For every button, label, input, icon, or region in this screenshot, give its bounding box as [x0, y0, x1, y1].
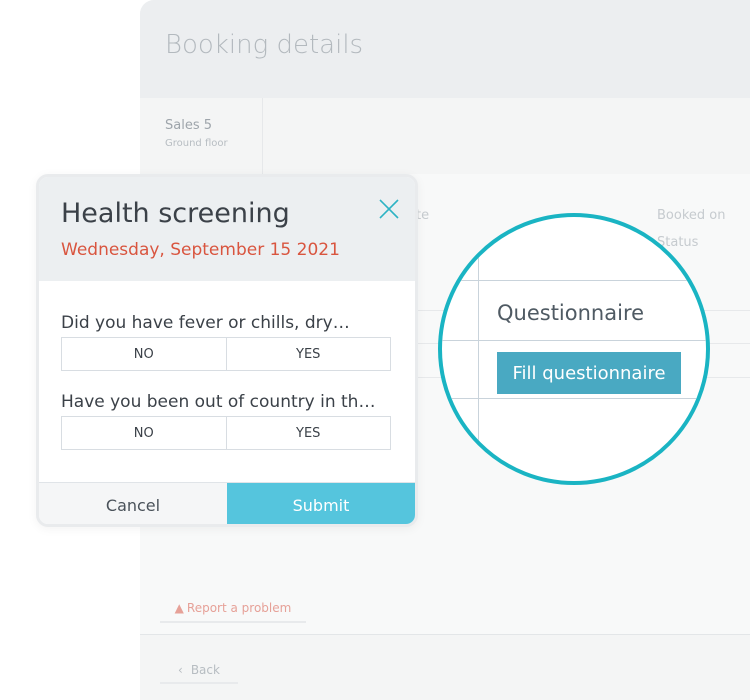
- question-1-yes-option[interactable]: YES: [225, 338, 391, 370]
- question-2-toggle: NO YES: [61, 416, 391, 450]
- page-title: Booking details: [165, 30, 364, 60]
- zoom-callout: Questionnaire Fill questionnaire: [438, 213, 710, 485]
- modal-footer: Cancel Submit: [39, 482, 415, 524]
- table-column-divider: [478, 217, 479, 481]
- health-screening-modal: Health screening Wednesday, September 15…: [36, 174, 418, 527]
- room-name: Sales 5: [165, 118, 213, 133]
- question-1-toggle: NO YES: [61, 337, 391, 371]
- back-button[interactable]: ‹ Back: [160, 658, 238, 684]
- question-2-text: Have you been out of country in th…: [61, 392, 376, 412]
- question-2-yes-option[interactable]: YES: [225, 417, 391, 449]
- cancel-button[interactable]: Cancel: [39, 483, 227, 524]
- table-row-divider: [442, 340, 706, 341]
- modal-title: Health screening: [61, 198, 290, 229]
- room-info: Sales 5 Ground floor: [140, 98, 263, 174]
- booking-header: Booking details: [140, 0, 750, 98]
- report-problem-button[interactable]: ▲ Report a problem: [160, 595, 306, 623]
- chevron-left-icon: ‹: [178, 663, 183, 677]
- table-row-divider: [442, 398, 706, 399]
- column-booked-on-header: Booked on: [657, 208, 726, 223]
- submit-button[interactable]: Submit: [227, 483, 415, 524]
- fill-questionnaire-button[interactable]: Fill questionnaire: [497, 352, 681, 394]
- warning-icon: ▲: [174, 601, 184, 615]
- questionnaire-column-header: Questionnaire: [497, 301, 645, 325]
- question-1-no-option[interactable]: NO: [62, 338, 226, 370]
- table-row-divider: [442, 280, 706, 281]
- modal-date: Wednesday, September 15 2021: [61, 240, 340, 260]
- room-floor: Ground floor: [165, 138, 228, 149]
- back-label: Back: [190, 663, 220, 677]
- question-2-no-option[interactable]: NO: [62, 417, 226, 449]
- close-icon[interactable]: [377, 197, 401, 221]
- modal-header: Health screening Wednesday, September 15…: [39, 177, 415, 281]
- footer-divider: [140, 634, 750, 635]
- report-problem-label: Report a problem: [186, 601, 292, 615]
- question-1-text: Did you have fever or chills, dry…: [61, 313, 350, 333]
